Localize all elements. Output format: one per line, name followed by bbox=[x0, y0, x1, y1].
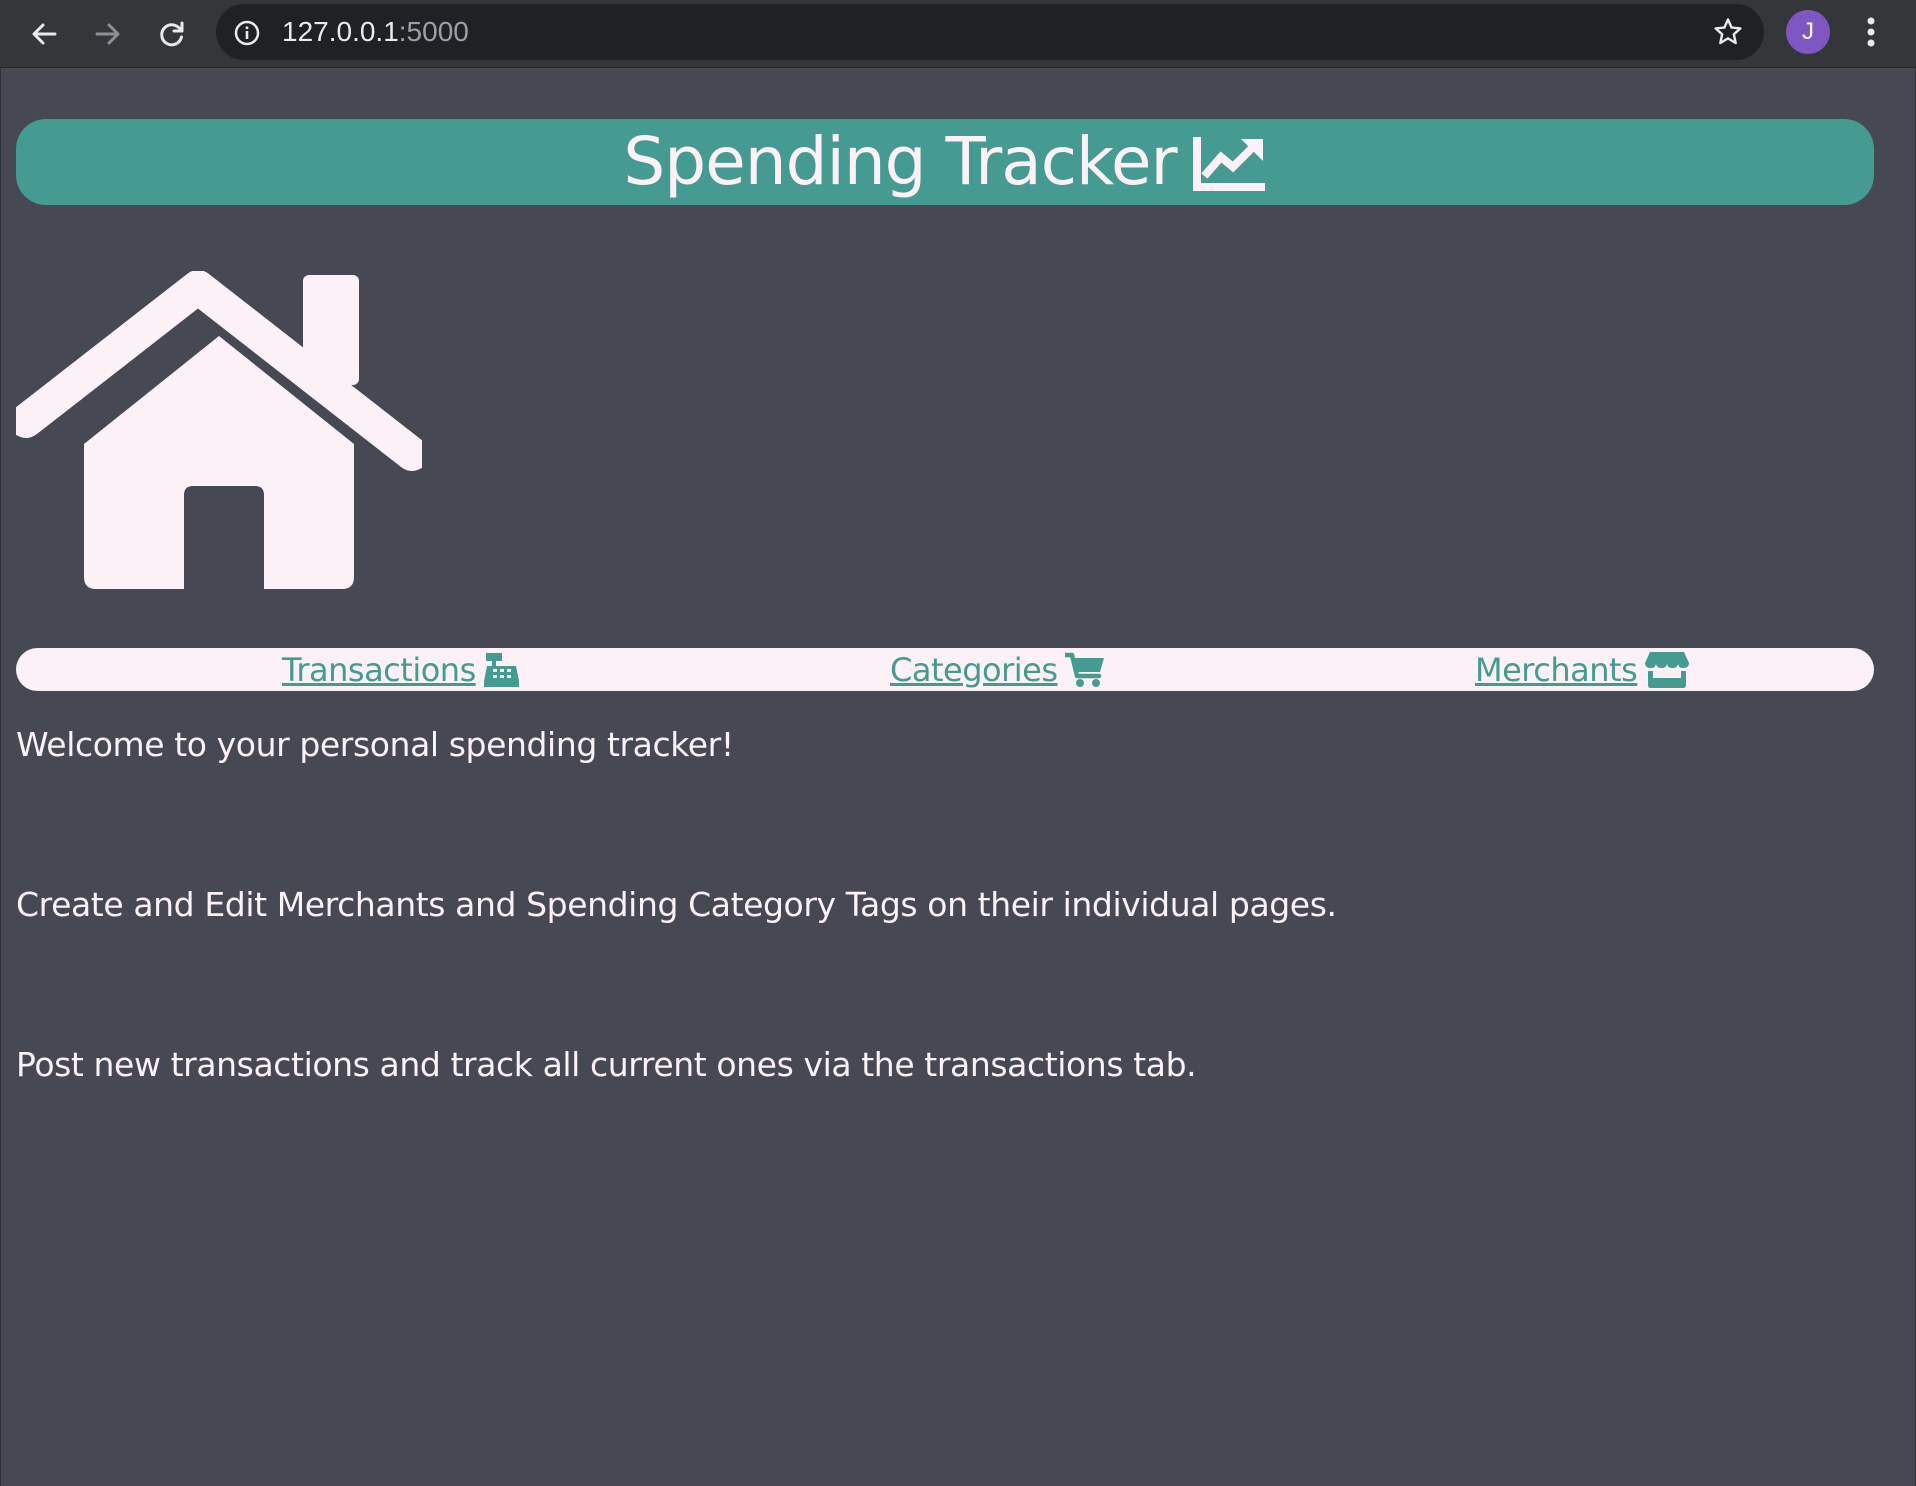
arrow-right-icon bbox=[95, 23, 120, 45]
url-port: :5000 bbox=[398, 16, 469, 47]
nav-label-transactions: Transactions bbox=[282, 650, 476, 689]
kebab-menu-icon[interactable] bbox=[1858, 14, 1884, 50]
address-bar[interactable]: 127.0.0.1:5000 bbox=[216, 4, 1764, 60]
forward-button[interactable] bbox=[84, 10, 132, 58]
cash-register-icon bbox=[483, 652, 519, 687]
nav-link-transactions[interactable]: Transactions bbox=[282, 648, 520, 691]
home-icon bbox=[16, 271, 422, 589]
info-icon[interactable] bbox=[234, 20, 260, 46]
nav-link-categories[interactable]: Categories bbox=[890, 648, 1105, 691]
nav-label-merchants: Merchants bbox=[1475, 650, 1638, 689]
reload-button[interactable] bbox=[148, 10, 196, 58]
url-host: 127.0.0.1 bbox=[282, 16, 399, 47]
page-title: Spending Tracker bbox=[623, 123, 1177, 200]
page-content: Spending Tracker Transactions Categories… bbox=[0, 69, 1916, 1486]
nav-link-merchants[interactable]: Merchants bbox=[1475, 648, 1690, 691]
welcome-text: Welcome to your personal spending tracke… bbox=[16, 725, 734, 764]
app-header: Spending Tracker bbox=[16, 119, 1874, 205]
back-button[interactable] bbox=[20, 10, 68, 58]
transactions-info: Post new transactions and track all curr… bbox=[16, 1045, 1197, 1084]
nav-label-categories: Categories bbox=[890, 650, 1058, 689]
chart-line-icon bbox=[1192, 137, 1265, 191]
profile-avatar[interactable]: J bbox=[1786, 10, 1830, 54]
reload-icon bbox=[160, 21, 184, 47]
main-navigation: Transactions Categories Merchants bbox=[16, 648, 1874, 691]
cart-icon bbox=[1065, 652, 1105, 687]
merchants-categories-info: Create and Edit Merchants and Spending C… bbox=[16, 885, 1337, 924]
store-icon bbox=[1645, 651, 1690, 688]
browser-toolbar: 127.0.0.1:5000 J bbox=[0, 0, 1916, 68]
url-text[interactable]: 127.0.0.1:5000 bbox=[282, 4, 469, 60]
arrow-left-icon bbox=[32, 23, 57, 45]
star-icon[interactable] bbox=[1712, 16, 1744, 48]
